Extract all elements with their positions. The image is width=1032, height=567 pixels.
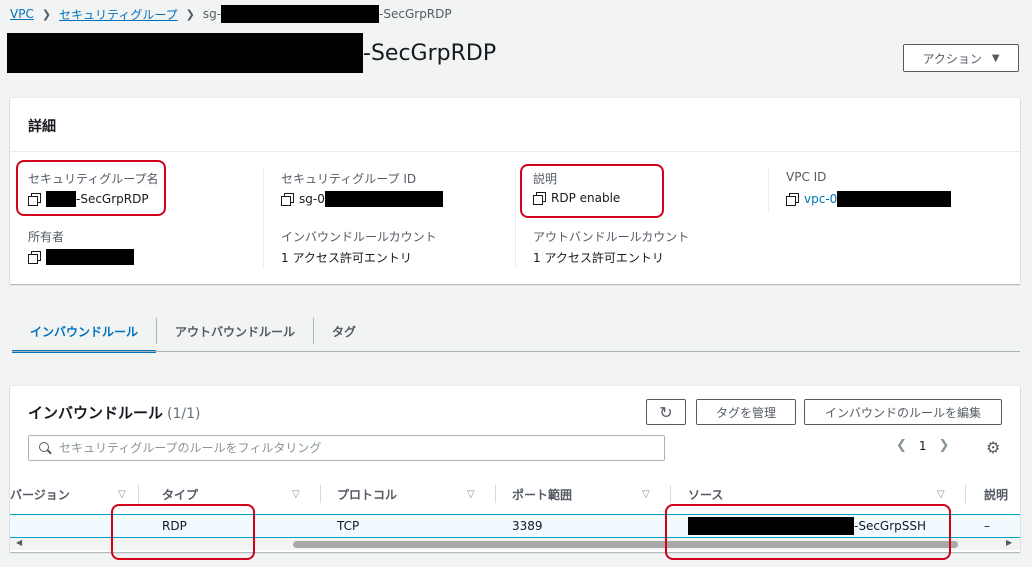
outbound-count-value: 1 アクセス許可エントリ <box>533 251 664 265</box>
chevron-right-icon[interactable]: ❯ <box>939 438 950 453</box>
column-divider <box>768 168 769 213</box>
redaction-block <box>7 33 363 73</box>
highlight-source <box>665 504 951 560</box>
column-divider <box>320 485 321 503</box>
breadcrumb: VPC ❯ セキュリティグループ ❯ sg- -SecGrpRDP <box>10 5 452 23</box>
column-header-protocol[interactable]: プロトコル <box>337 474 397 514</box>
tab-inbound-rules[interactable]: インバウンドルール <box>12 310 157 353</box>
breadcrumb-current-suffix: -SecGrpRDP <box>379 7 452 21</box>
breadcrumb-current: sg- -SecGrpRDP <box>203 5 452 23</box>
redaction-block <box>221 5 380 23</box>
rules-count: (1/1) <box>167 406 201 422</box>
chevron-right-icon: ❯ <box>185 7 195 21</box>
gear-icon[interactable]: ⚙ <box>986 438 1000 457</box>
search-input[interactable] <box>59 441 664 455</box>
chevron-left-icon[interactable]: ❮ <box>896 438 907 453</box>
column-label: プロトコル <box>337 487 398 502</box>
cell-port-range: 3389 <box>512 519 543 533</box>
vpc-id-link[interactable]: vpc-0 <box>804 192 837 206</box>
column-divider <box>263 168 264 268</box>
column-divider <box>670 485 671 503</box>
filter-search <box>28 435 665 461</box>
refresh-icon: ↻ <box>659 402 673 422</box>
scroll-left-icon[interactable]: ◀ <box>16 538 22 547</box>
actions-button[interactable]: アクション ▼ <box>903 44 1019 72</box>
pagination: ❮ 1 ❯ <box>896 438 949 453</box>
column-label: タイプ <box>162 487 199 502</box>
column-header-version[interactable]: バージョン <box>10 474 70 514</box>
page-number[interactable]: 1 <box>919 439 927 453</box>
owner-value <box>28 249 134 265</box>
redaction-block <box>837 191 952 207</box>
redaction-block <box>324 191 443 207</box>
page-title-suffix: -SecGrpRDP <box>363 40 497 66</box>
column-divider <box>138 485 139 503</box>
rules-title: インバウンドルール <box>28 404 164 422</box>
column-divider <box>495 485 496 503</box>
highlight-type <box>111 504 255 560</box>
details-header: 詳細 <box>10 98 1020 152</box>
search-icon <box>39 442 51 454</box>
column-header-port-range[interactable]: ポート範囲 <box>512 474 572 514</box>
breadcrumb-current-prefix: sg- <box>202 7 222 21</box>
scroll-right-icon[interactable]: ▶ <box>1006 538 1012 547</box>
tab-tags[interactable]: タグ <box>314 310 374 352</box>
owner-label: 所有者 <box>28 230 65 244</box>
manage-tags-button[interactable]: タグを管理 <box>696 399 796 425</box>
column-header-description[interactable]: 説明 <box>984 474 1008 514</box>
details-heading: 詳細 <box>28 119 56 135</box>
breadcrumb-vpc-link[interactable]: VPC <box>10 7 34 21</box>
actions-button-label: アクション <box>922 51 982 66</box>
details-panel: 詳細 セキュリティグループ名 -SecGrpRDP 所有者 セキュリティグループ… <box>10 98 1020 284</box>
tab-outbound-rules[interactable]: アウトバウンドルール <box>157 310 313 352</box>
column-divider <box>515 168 516 268</box>
tab-bar: インバウンドルール アウトバウンドルール タグ <box>12 310 374 353</box>
cell-protocol: TCP <box>337 519 360 533</box>
redaction-block <box>46 249 134 265</box>
copy-icon[interactable] <box>786 193 799 206</box>
page-title: -SecGrpRDP <box>7 33 496 73</box>
chevron-right-icon: ❯ <box>41 7 52 21</box>
outbound-count-label: アウトバンドルールカウント <box>533 230 690 244</box>
sort-icon[interactable]: ▽ <box>467 474 475 514</box>
column-label: バージョン <box>10 487 70 502</box>
inbound-count-value: 1 アクセス許可エントリ <box>281 251 412 265</box>
copy-icon[interactable] <box>28 251 41 264</box>
highlight-description <box>520 164 664 218</box>
sort-icon[interactable]: ▽ <box>642 474 650 514</box>
sg-id-label: セキュリティグループ ID <box>281 172 417 186</box>
sg-id-text: sg-0 <box>299 192 325 206</box>
edit-inbound-rules-button[interactable]: インバウンドのルールを編集 <box>804 399 1002 425</box>
tab-bar-divider <box>12 351 1020 352</box>
highlight-sg-name <box>16 160 166 216</box>
column-label: ソース <box>688 487 724 502</box>
breadcrumb-security-groups-link[interactable]: セキュリティグループ <box>59 6 178 23</box>
sort-icon[interactable]: ▽ <box>292 474 300 514</box>
copy-icon[interactable] <box>281 193 294 206</box>
vpc-id-label: VPC ID <box>786 170 827 184</box>
caret-down-icon: ▼ <box>991 52 1000 64</box>
column-label: ポート範囲 <box>512 487 573 502</box>
cell-description: – <box>984 519 990 533</box>
refresh-button[interactable]: ↻ <box>646 399 686 425</box>
inbound-rules-panel: インバウンドルール(1/1) ↻ タグを管理 インバウンドのルールを編集 ❮ 1… <box>10 386 1020 560</box>
rules-heading: インバウンドルール (1/1) <box>28 402 200 423</box>
column-label: 説明 <box>984 487 1009 502</box>
vpc-id-value: vpc-0 <box>786 191 952 207</box>
inbound-count-label: インバウンドルールカウント <box>281 230 437 244</box>
column-divider <box>965 485 966 503</box>
sg-id-value: sg-0 <box>281 191 443 207</box>
